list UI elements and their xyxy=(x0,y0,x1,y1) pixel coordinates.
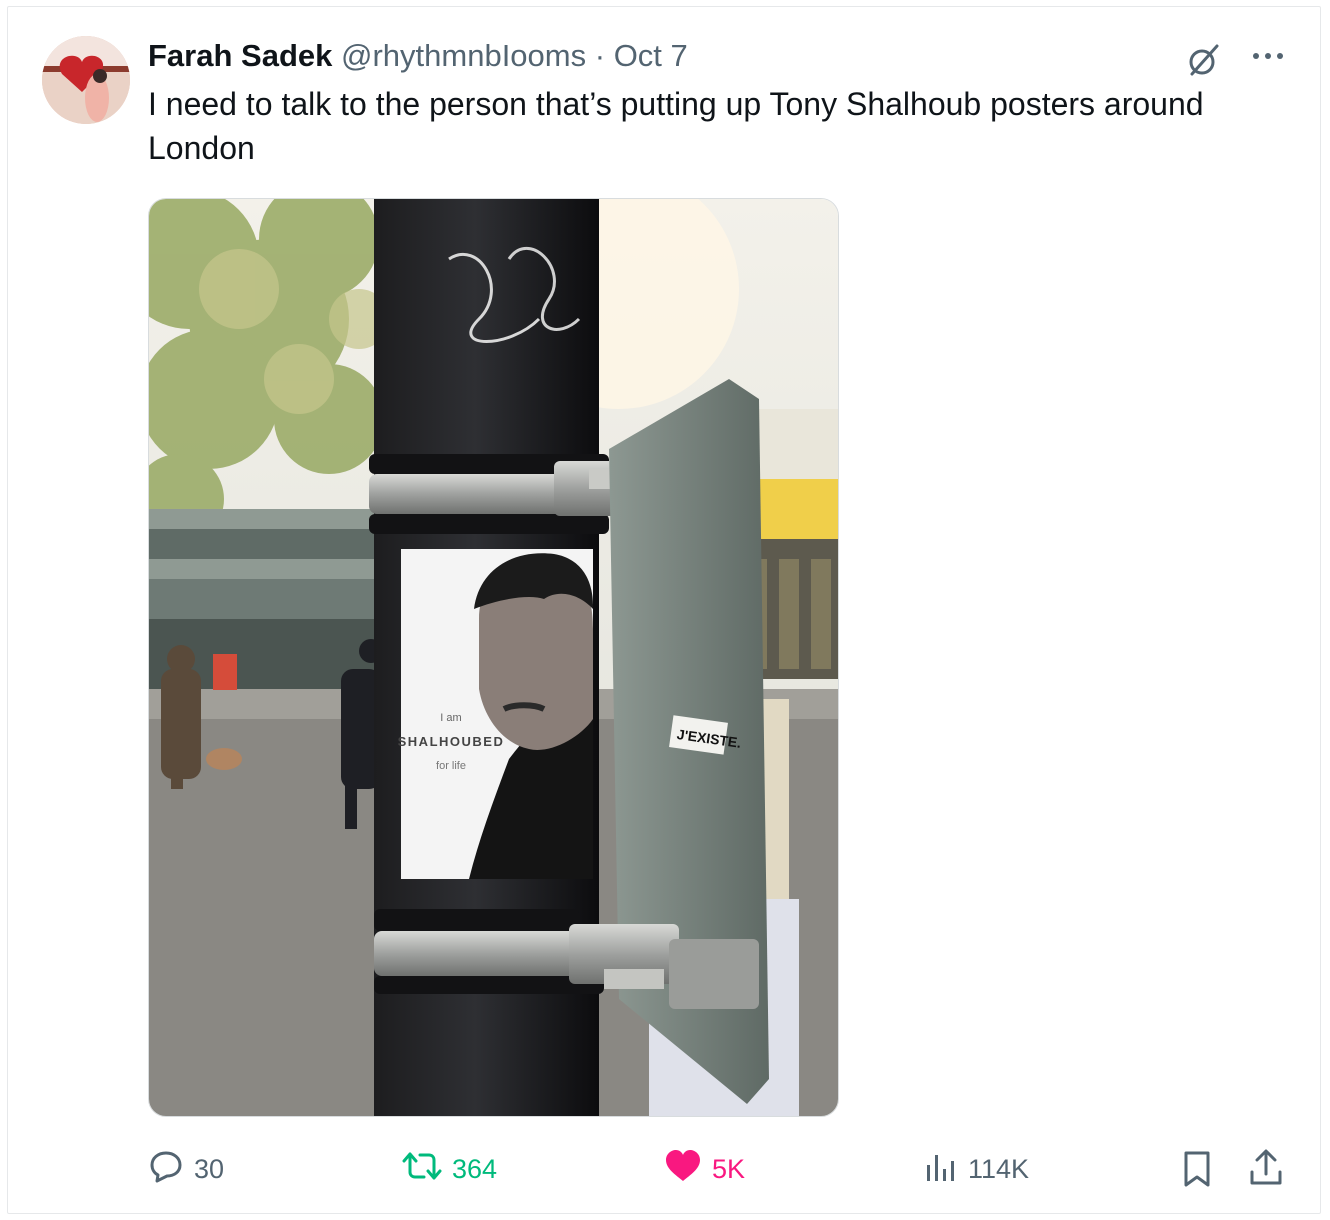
poster-line-3: for life xyxy=(436,760,466,772)
retweet-arrows-icon xyxy=(402,1148,452,1191)
author-name[interactable]: Farah Sadek xyxy=(148,38,332,73)
like-count: 5K xyxy=(712,1153,746,1184)
reply-count: 30 xyxy=(194,1153,225,1184)
poster-line-2: SHALHOUBED xyxy=(398,734,505,749)
tweet-header: Farah Sadek @rhythmnbIooms · Oct 7 xyxy=(148,36,688,76)
share-icon[interactable] xyxy=(1248,1148,1284,1193)
like-button[interactable]: 5K xyxy=(664,1146,745,1192)
reply-button[interactable]: 30 xyxy=(148,1146,224,1192)
author-handle[interactable]: @rhythmnbIooms xyxy=(341,38,586,73)
more-dots-icon[interactable] xyxy=(1248,40,1288,72)
reply-bubble-icon xyxy=(148,1148,194,1191)
bookmark-icon[interactable] xyxy=(1180,1150,1214,1193)
tweet-date[interactable]: Oct 7 xyxy=(614,38,688,73)
views-count: 114K xyxy=(968,1153,1030,1184)
poster-line-1: I am xyxy=(440,712,461,724)
grok-slash-icon[interactable] xyxy=(1184,40,1224,80)
tweet-actions: 30 364 5K 114K xyxy=(0,1146,1330,1194)
avatar[interactable] xyxy=(42,36,130,124)
meta-separator: · xyxy=(594,38,606,73)
retweet-button[interactable]: 364 xyxy=(402,1146,497,1192)
retweet-count: 364 xyxy=(452,1153,498,1184)
tweet-text: I need to talk to the person that’s putt… xyxy=(148,86,1204,166)
heart-icon xyxy=(664,1149,712,1190)
bar-chart-icon xyxy=(924,1149,968,1190)
views-button[interactable]: 114K xyxy=(924,1146,1029,1192)
tweet-photo[interactable]: J'EXISTE. I am SHALHOUBED for life xyxy=(148,198,839,1117)
